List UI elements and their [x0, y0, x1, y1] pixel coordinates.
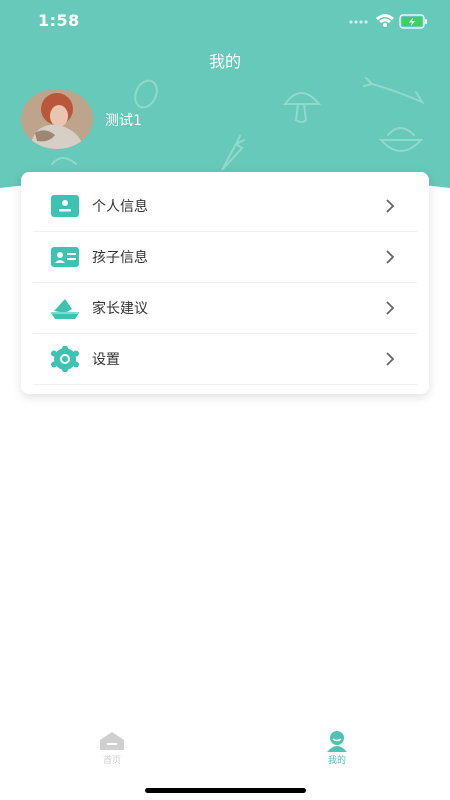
battery-icon [399, 14, 427, 29]
status-icons [349, 14, 427, 29]
menu-item-child-info[interactable]: 孩子信息 [33, 232, 417, 283]
chevron-right-icon [386, 352, 395, 366]
tab-label: 我的 [327, 756, 346, 766]
user-icon [327, 731, 347, 752]
menu-item-label: 设置 [92, 352, 120, 368]
page-title: 我的 [208, 52, 241, 71]
tab-mine[interactable]: 我的 [297, 725, 377, 775]
tab-bar: 首页 我的 [0, 725, 450, 775]
signal-icon [349, 20, 368, 24]
status-bar: 1:58 [0, 0, 450, 44]
status-time: 1:58 [38, 11, 80, 30]
gear-icon [51, 346, 79, 372]
menu-item-personal-info[interactable]: 个人信息 [33, 181, 417, 232]
chevron-right-icon [386, 250, 395, 264]
home-icon [100, 732, 124, 750]
tab-home[interactable]: 首页 [72, 725, 152, 775]
tab-label: 首页 [102, 756, 121, 766]
avatar[interactable] [21, 89, 93, 149]
menu-item-parent-suggestion[interactable]: 家长建议 [33, 283, 417, 334]
username: 测试1 [105, 113, 142, 129]
home-indicator [145, 788, 306, 793]
chevron-right-icon [386, 301, 395, 315]
id-card-icon [51, 247, 79, 267]
id-badge-icon [51, 195, 79, 217]
menu-item-label: 个人信息 [92, 199, 148, 215]
menu-card: 个人信息 孩子信息 家长建议 设置 [21, 172, 429, 394]
suggestion-tray-icon [51, 299, 79, 319]
menu-item-label: 家长建议 [92, 301, 148, 317]
wifi-icon [376, 14, 394, 27]
chevron-right-icon [386, 199, 395, 213]
menu-item-settings[interactable]: 设置 [33, 334, 417, 385]
menu-item-label: 孩子信息 [92, 250, 148, 266]
